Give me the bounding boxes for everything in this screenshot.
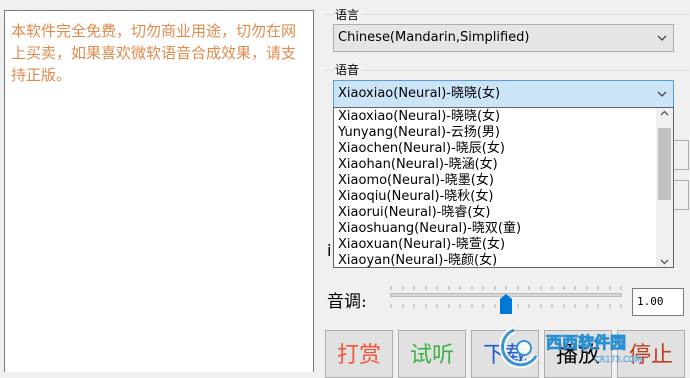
voice-option-list[interactable]: Xiaoxiao(Neural)-晓晓(女) Yunyang(Neural)-云… xyxy=(333,107,674,268)
voice-selected: Xiaoxiao(Neural)-晓晓(女) xyxy=(338,86,501,101)
tip-button-label: 打赏 xyxy=(336,343,381,368)
language-label: 语言 xyxy=(334,8,362,22)
scrollbar-thumb[interactable] xyxy=(658,128,671,200)
voice-option[interactable]: Xiaochen(Neural)-晓辰(女) xyxy=(334,141,656,157)
watermark-text: 西西软件园 xyxy=(546,333,626,352)
voice-option[interactable]: Xiaohan(Neural)-晓涵(女) xyxy=(334,157,656,173)
voice-option[interactable]: Xiaoqiu(Neural)-晓秋(女) xyxy=(334,189,656,205)
scroll-up-icon[interactable] xyxy=(660,110,669,116)
tone-value-input[interactable]: 1.00 xyxy=(632,288,684,316)
scroll-down-icon[interactable] xyxy=(660,259,669,265)
chevron-down-icon xyxy=(657,35,667,41)
site-watermark-logo: 西西软件园 CR173.COM xyxy=(499,326,642,369)
preview-button[interactable]: 试听 xyxy=(398,330,466,378)
voice-label: 语音 xyxy=(334,63,362,77)
voice-option[interactable]: Xiaoshuang(Neural)-晓双(童) xyxy=(334,221,656,237)
chevron-down-icon xyxy=(657,91,667,97)
slider-ticks-top xyxy=(390,286,622,290)
voice-option[interactable]: Xiaorui(Neural)-晓睿(女) xyxy=(334,205,656,221)
language-dropdown[interactable]: Chinese(Mandarin,Simplified) xyxy=(333,24,674,52)
voice-option[interactable]: Xiaoyan(Neural)-晓颜(女) xyxy=(334,253,656,269)
preview-button-label: 试听 xyxy=(409,343,454,368)
hidden-control-edge xyxy=(674,180,689,210)
voice-option[interactable]: Xiaoxuan(Neural)-晓萱(女) xyxy=(334,237,656,253)
voice-option[interactable]: Xiaoxiao(Neural)-晓晓(女) xyxy=(334,109,656,125)
hidden-control-edge xyxy=(674,140,689,170)
tip-button[interactable]: 打赏 xyxy=(325,330,393,378)
voice-option[interactable]: Xiaomo(Neural)-晓墨(女) xyxy=(334,173,656,189)
notice-textbox[interactable]: 本软件完全免费，切勿商业用途，切勿在网上买卖，如果喜欢微软语音合成效果，请支持正… xyxy=(4,10,314,372)
partial-label: i xyxy=(327,241,332,260)
tone-label: 音调: xyxy=(327,292,367,312)
tone-slider-thumb[interactable] xyxy=(500,294,512,314)
list-scrollbar[interactable] xyxy=(656,108,673,267)
language-selected: Chinese(Mandarin,Simplified) xyxy=(338,30,530,45)
watermark-sub: CR173.COM xyxy=(594,355,642,364)
voice-dropdown[interactable]: Xiaoxiao(Neural)-晓晓(女) xyxy=(333,80,674,108)
voice-option[interactable]: Yunyang(Neural)-云扬(男) xyxy=(334,125,656,141)
